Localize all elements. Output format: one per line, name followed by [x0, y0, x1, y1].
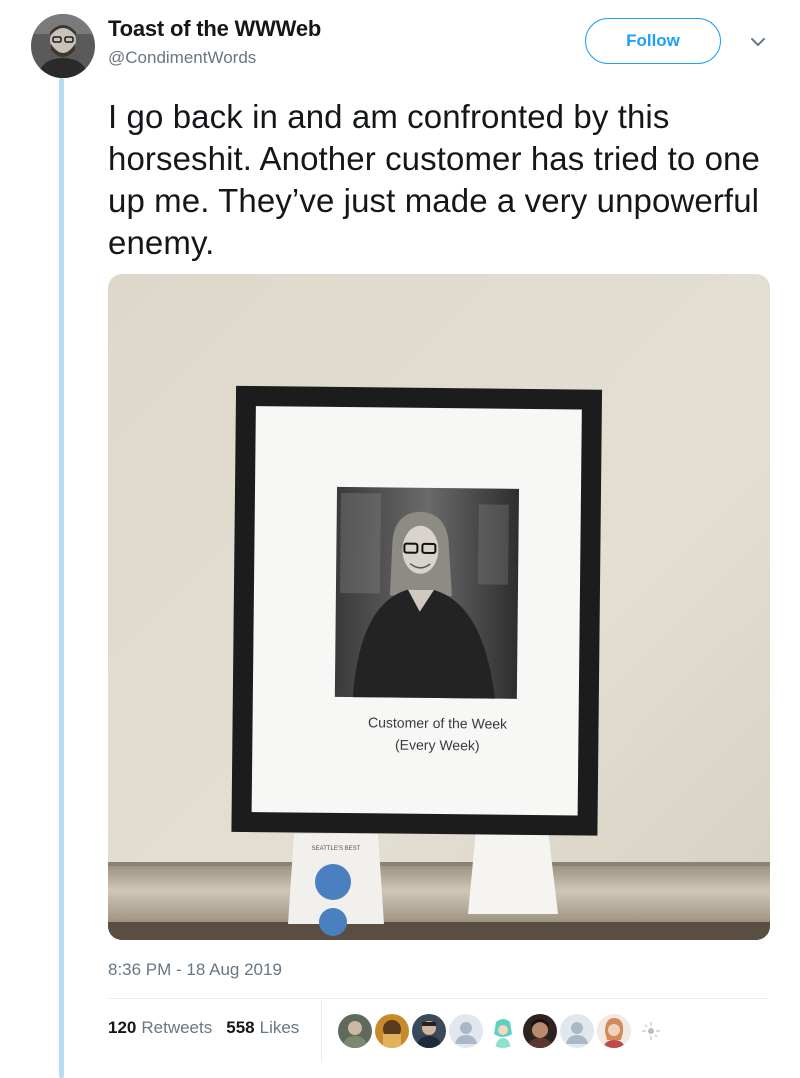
chevron-down-icon — [751, 38, 765, 46]
liker-avatar-default[interactable] — [447, 1012, 485, 1050]
tweet-text: I go back in and am confronted by this h… — [108, 98, 760, 261]
liker-avatar[interactable] — [336, 1012, 374, 1050]
retweets-count: 120 — [108, 1018, 137, 1037]
author-display-name[interactable]: Toast of the WWWeb — [108, 16, 321, 42]
tweet-timestamp[interactable]: 8:36 PM - 18 Aug 2019 — [108, 960, 282, 980]
follow-button[interactable]: Follow — [585, 18, 721, 64]
engagement-stats: 120 Retweets 558 Likes — [108, 1018, 299, 1038]
liker-avatar[interactable] — [484, 1012, 522, 1050]
liker-avatar[interactable] — [410, 1012, 448, 1050]
liker-avatars — [336, 1012, 670, 1050]
liker-avatar[interactable] — [595, 1012, 633, 1050]
liker-avatar[interactable] — [521, 1012, 559, 1050]
likes-count: 558 — [226, 1018, 255, 1037]
liker-avatar-default[interactable] — [558, 1012, 596, 1050]
stats-vertical-divider — [321, 1000, 322, 1062]
retweets-stat[interactable]: 120 Retweets — [108, 1018, 212, 1038]
author-handle[interactable]: @CondimentWords — [108, 48, 256, 68]
liker-avatar[interactable] — [373, 1012, 411, 1050]
portrait-photo — [334, 486, 520, 699]
cup-print: SEATTLE'S BEST — [312, 846, 361, 852]
retweets-label: Retweets — [141, 1018, 213, 1037]
frame-caption-line2: (Every Week) — [395, 737, 480, 754]
author-avatar[interactable] — [31, 14, 95, 78]
thread-line — [59, 78, 64, 1078]
cup-right — [468, 830, 558, 914]
more-options-button[interactable] — [746, 32, 770, 52]
stats-top-divider — [108, 998, 768, 999]
likes-label: Likes — [259, 1018, 300, 1037]
likes-stat[interactable]: 558 Likes — [226, 1018, 299, 1038]
tweet-photo[interactable]: Customer of the Week (Every Week) SEATTL… — [108, 274, 770, 940]
liker-avatar[interactable] — [632, 1012, 670, 1050]
frame-caption-line1: Customer of the Week — [368, 714, 508, 731]
